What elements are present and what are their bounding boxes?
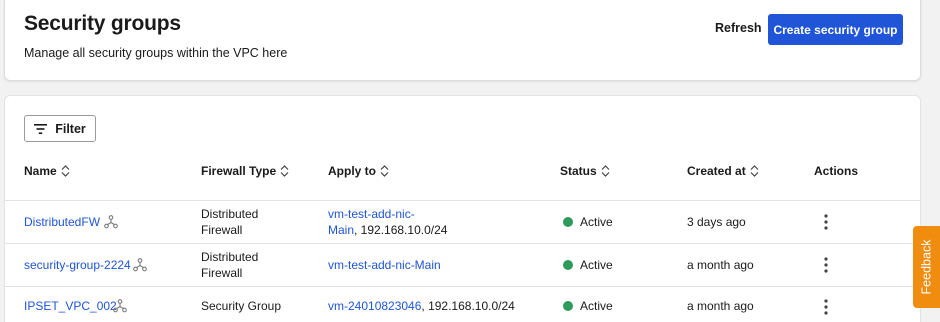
status-dot-icon xyxy=(563,301,573,311)
refresh-button[interactable]: Refresh xyxy=(715,21,762,35)
sort-icon[interactable] xyxy=(601,165,610,177)
status-dot-icon xyxy=(563,217,573,227)
status-badge: Active xyxy=(563,298,613,314)
security-groups-table: Filter Name Firewall Type Apply to Statu… xyxy=(4,95,921,322)
filter-icon xyxy=(34,123,48,134)
status-dot-icon xyxy=(563,260,573,270)
row-name-link[interactable]: DistributedFW xyxy=(24,214,100,230)
kebab-menu-icon[interactable] xyxy=(821,299,831,315)
column-header-apply-to[interactable]: Apply to xyxy=(328,164,389,178)
apply-to-cell: vm-test-add-nic- Main, 192.168.10.0/24 xyxy=(328,207,448,237)
column-header-firewall-type[interactable]: Firewall Type xyxy=(201,164,289,178)
status-badge: Active xyxy=(563,214,613,230)
column-header-status[interactable]: Status xyxy=(560,164,610,178)
column-header-created-at[interactable]: Created at xyxy=(687,164,759,178)
row-name-link[interactable]: IPSET_VPC_002 xyxy=(24,298,117,314)
apply-to-vm-link[interactable]: vm-24010823046 xyxy=(328,299,421,313)
kebab-menu-icon[interactable] xyxy=(821,257,831,273)
apply-to-cell: vm-24010823046, 192.168.10.0/24 xyxy=(328,299,515,313)
firewall-type-cell: Security Group xyxy=(201,299,282,313)
firewall-type-cell: Distributed Firewall xyxy=(201,207,259,237)
filter-button[interactable]: Filter xyxy=(24,115,96,142)
sort-icon[interactable] xyxy=(61,165,70,177)
created-at-cell: 3 days ago xyxy=(687,215,746,229)
row-divider xyxy=(5,286,920,287)
status-badge: Active xyxy=(563,257,613,273)
row-name-link[interactable]: security-group-2224 xyxy=(24,257,131,273)
network-icon[interactable] xyxy=(133,258,147,272)
apply-to-vm-link[interactable]: vm-test-add-nic-Main xyxy=(328,257,441,273)
row-divider xyxy=(5,243,920,244)
created-at-cell: a month ago xyxy=(687,299,754,313)
feedback-label: Feedback xyxy=(919,239,934,295)
created-at-cell: a month ago xyxy=(687,258,754,272)
sort-icon[interactable] xyxy=(380,165,389,177)
create-security-group-button[interactable]: Create security group xyxy=(768,14,903,45)
apply-to-vm-link[interactable]: vm-test-add-nic- xyxy=(328,207,415,221)
column-header-name[interactable]: Name xyxy=(24,164,70,178)
sort-icon[interactable] xyxy=(280,165,289,177)
sort-icon[interactable] xyxy=(750,165,759,177)
column-header-actions: Actions xyxy=(814,164,859,178)
page-header: Security groups Manage all security grou… xyxy=(4,0,921,81)
network-icon[interactable] xyxy=(104,215,118,229)
firewall-type-cell: Distributed Firewall xyxy=(201,250,259,280)
filter-label: Filter xyxy=(55,121,86,136)
page-title: Security groups xyxy=(24,12,181,35)
apply-to-vm-link[interactable]: Main xyxy=(328,223,354,237)
feedback-tab[interactable]: Feedback xyxy=(913,226,940,308)
row-divider xyxy=(5,200,920,201)
network-icon[interactable] xyxy=(113,299,127,313)
page-subtitle: Manage all security groups within the VP… xyxy=(24,46,288,60)
kebab-menu-icon[interactable] xyxy=(821,214,831,230)
